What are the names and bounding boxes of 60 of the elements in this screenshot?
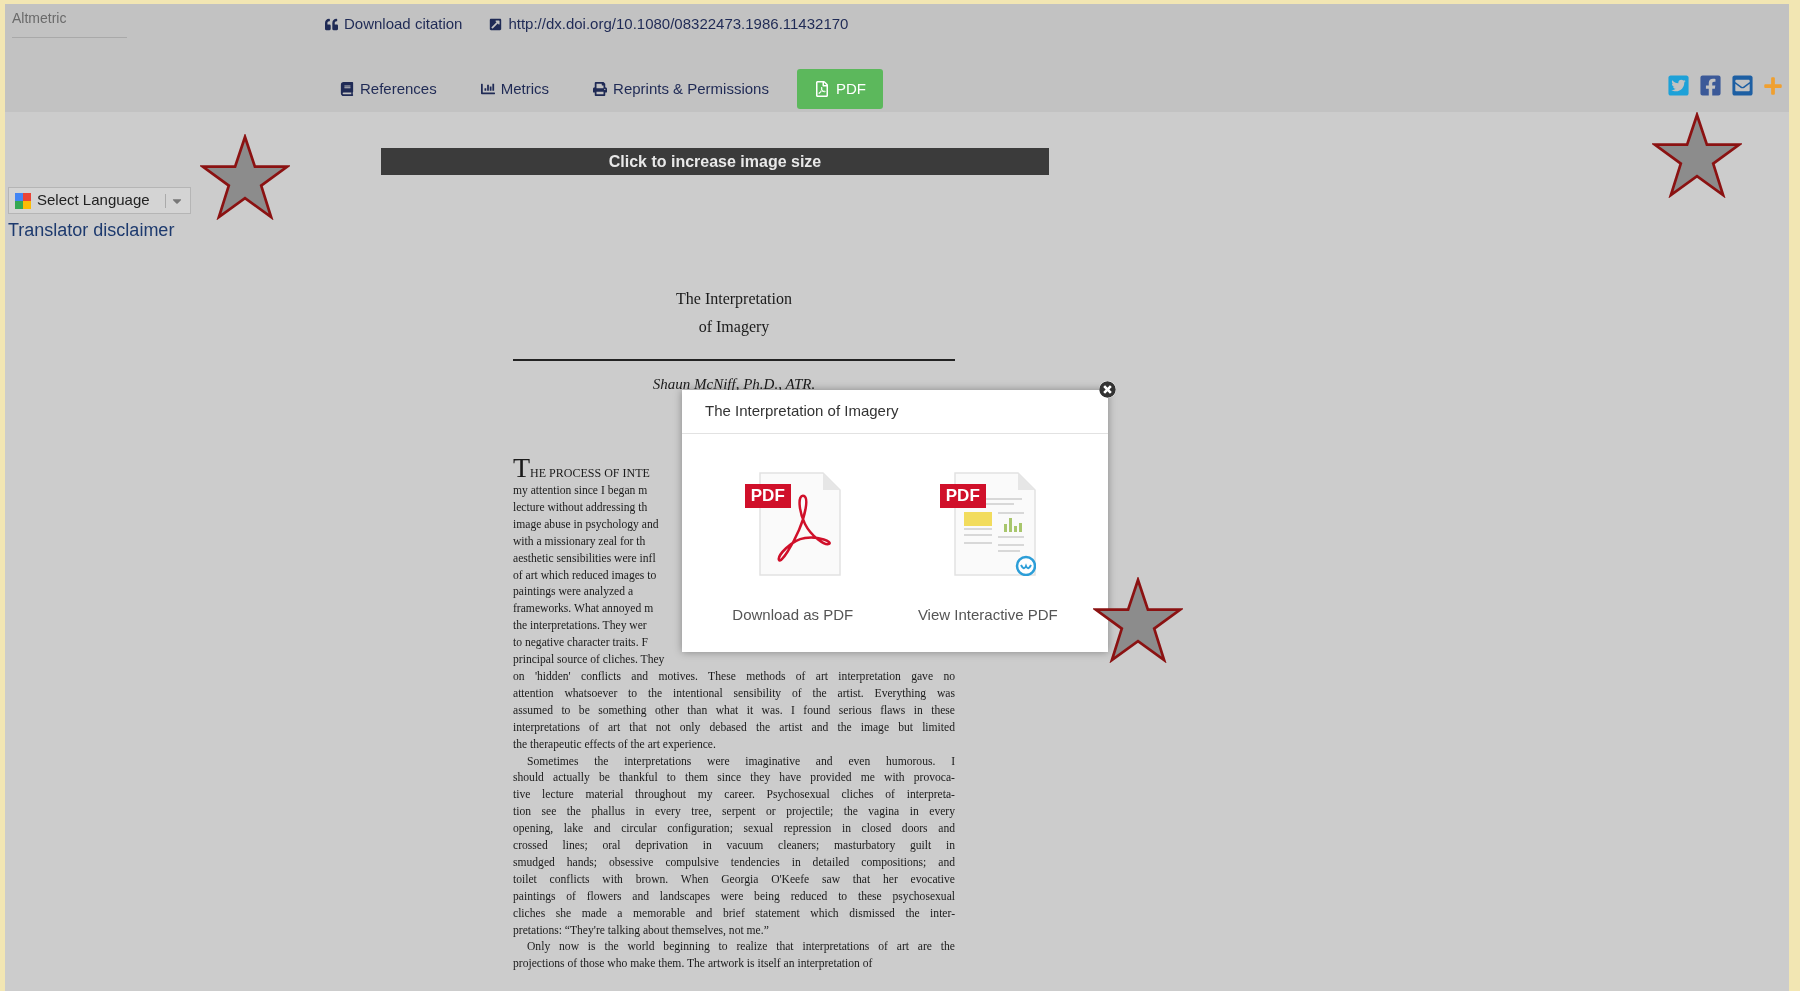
article-text-line: lecture without addressing th [513, 499, 648, 516]
article-title: of Imagery [698, 317, 770, 338]
article-text-line: assumed to be something other than what it was. I found serious flaws in these [513, 702, 955, 719]
article-text-line: attention whatsoever to the intentional sensibility of the artist. Everything was [513, 685, 955, 702]
article-text-line: frameworks. What annoyed m [513, 601, 654, 618]
translator-disclaimer-link[interactable]: Translator disclaimer [8, 217, 381, 244]
email-icon[interactable] [1731, 74, 1754, 97]
book-icon [340, 82, 354, 96]
article-text-line: Only now is the world beginning to realize that interpretations of art are the [526, 939, 955, 956]
pdf-badge: PDF [939, 484, 986, 508]
star-annotation-icon [200, 134, 290, 220]
article-text-line: paintings were analyzed a [513, 584, 634, 601]
article-text-line: smudged hands; obsessive compulsive tendencies in detailed compositions; and [513, 854, 955, 871]
article-text-line: paintings of flowers and landscapes were being reduced to these psychosexual [513, 888, 955, 905]
article-text-line: with a missionary zeal for th [513, 533, 646, 550]
article-text-line: crossed lines; oral deprivation in vacuum cleaners; masturbatory guilt in [513, 838, 955, 855]
toolbar-link[interactable]: Reprints & Permissions [593, 77, 769, 101]
article-text-line: cliches she made a memorable and brief statement which dismissed the inter- [513, 905, 955, 922]
star-annotation-icon [1652, 112, 1742, 198]
article-text-line: pretations: “They're talking about themselves, not me.” [513, 922, 770, 939]
article-text-line: interpretations of art that not only debased the artist and the image but limited [513, 719, 955, 736]
facebook-icon[interactable] [1699, 74, 1722, 97]
article-text-line: my attention since I began m [513, 483, 648, 499]
quote-icon [325, 17, 338, 31]
download-citation-link[interactable]: Download citation [325, 13, 463, 36]
article-text-line: principal source of cliches. They [513, 652, 665, 669]
pdf-badge: PDF [744, 484, 791, 508]
article-text-line: the interpretations. They wer [513, 618, 647, 635]
article-text-line: should actually be thankful to them since they have provided me with provoca- [513, 770, 955, 787]
article-title: The Interpretation [676, 289, 792, 310]
language-select[interactable]: Select Language [8, 187, 191, 214]
article-text-line: HE PROCESS OF INTE [530, 466, 650, 482]
doi-link[interactable]: http://dx.doi.org/10.1080/08322473.1986.11432170 [489, 13, 849, 36]
article-text-line: the therapeutic effects of the art experience. [513, 736, 717, 753]
article-text-line: of art which reduced images to [513, 567, 657, 584]
interactive-pdf-option[interactable]: PDF View Interactive PDF [917, 472, 1058, 627]
increase-image-size-bar[interactable]: Click to increase image size [381, 148, 1049, 175]
toolbar-link[interactable]: Metrics [480, 77, 550, 101]
article-author: Shaun McNiff, Ph.D., ATR. [651, 375, 817, 393]
article-text-line: Sometimes the interpretations were imaginative and even humorous. I [526, 753, 955, 770]
article-text-line: on 'hidden' conflicts and motives. These methods of art interpretation gave no [513, 668, 955, 685]
external-link-icon [489, 17, 503, 31]
article-text-line: image abuse in psychology and [513, 516, 659, 533]
article-text-line: aesthetic sensibilities were infl [513, 550, 656, 567]
pdf-file-icon [813, 81, 830, 97]
article-text-line: opening, lake and circular configuration; sexual repression in closed doors and [513, 821, 955, 838]
translate-icon [15, 192, 31, 209]
star-annotation-icon [1093, 577, 1183, 663]
bar-chart-icon [480, 82, 495, 96]
altmetric-label: Altmetric [12, 8, 127, 38]
article-text-line: tive lecture material throughout my career. Psychosexual cliches of interpreta- [513, 787, 955, 804]
toolbar-link[interactable]: References [340, 77, 437, 101]
drop-cap: T [513, 457, 531, 479]
download-pdf-option[interactable]: PDF Download as PDF [732, 472, 854, 627]
article-text-line: to negative character traits. F [513, 635, 648, 652]
printer-icon [593, 82, 608, 96]
article-text-line: tion see the phallus in every tree, serpent or projectile; the vagina in every [513, 804, 955, 821]
article-text-line: projections of those who make them. The artwork is itself an interpretation of [513, 956, 874, 973]
close-icon[interactable] [1099, 381, 1116, 398]
article-text-line: toilet conflicts with brown. When Georgia O'Keefe saw that her evocative [513, 871, 955, 888]
